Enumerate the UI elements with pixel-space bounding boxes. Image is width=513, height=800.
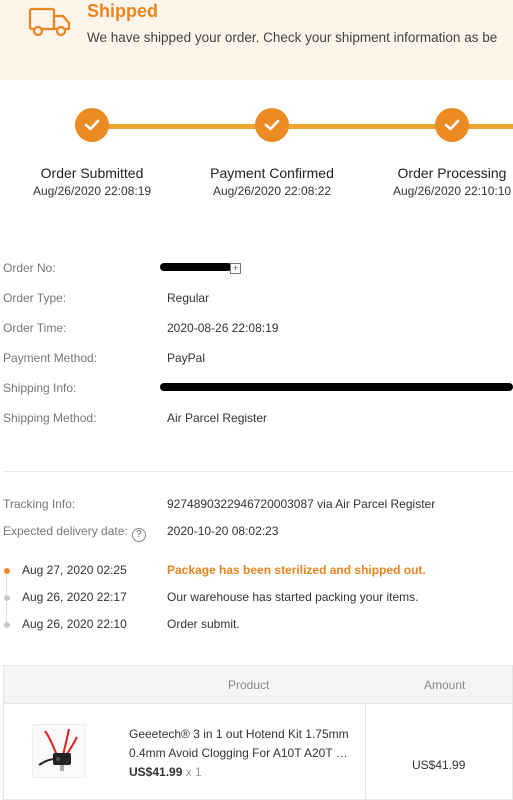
tracking-info-row: Tracking Info: 9274890322946720003087 vi… [0,493,513,515]
shipping-method-row: Shipping Method: Air Parcel Register [0,407,513,429]
expected-delivery-label-text: Expected delivery date: [3,524,128,538]
step-name: Payment Confirmed [210,165,334,181]
order-no-label: Order No: [3,261,56,275]
check-icon [435,108,469,142]
column-header-amount: Amount [424,678,466,692]
help-icon[interactable]: ? [131,528,146,542]
status-description: We have shipped your order. Check your s… [87,30,498,45]
step-time: Aug/26/2020 22:10:10 [392,184,512,198]
unit-price: US$41.99 [129,765,183,779]
event-message: Package has been sterilized and shipped … [167,563,426,577]
timeline-dot [4,622,10,628]
timeline-event: Aug 26, 2020 22:10 Order submit. [0,614,513,634]
shipping-info-label: Shipping Info: [3,381,77,395]
progress-step-payment: Payment Confirmed Aug/26/2020 22:08:22 [182,108,362,198]
product-amount: US$41.99 [412,758,466,772]
tracking-info-label: Tracking Info: [3,497,76,511]
step-time: Aug/26/2020 22:08:22 [212,184,332,198]
redacted-shipping-info [160,383,513,391]
copy-icon[interactable]: + [230,263,241,274]
expected-delivery-label: Expected delivery date:? [3,524,146,542]
order-no-row: Order No: + [0,257,513,279]
payment-method-row: Payment Method: PayPal [0,347,513,369]
column-divider [365,704,366,799]
payment-method-label: Payment Method: [3,351,98,365]
check-icon [75,108,109,142]
expected-delivery-value: 2020-10-20 08:02:23 [167,524,279,538]
shipping-method-label: Shipping Method: [3,411,97,425]
product-thumbnail[interactable] [32,724,86,778]
order-time-value: 2020-08-26 22:08:19 [167,321,279,335]
product-table: Product Amount Geeetech® 3 in 1 out Hote… [3,665,513,800]
section-divider [3,471,513,472]
step-time: Aug/26/2020 22:08:19 [32,184,152,198]
step-name: Order Submitted [40,165,144,181]
timeline-dot [4,568,10,574]
event-date: Aug 27, 2020 02:25 [22,563,127,577]
order-type-label: Order Type: [3,291,67,305]
timeline-event: Aug 27, 2020 02:25 Package has been ster… [0,560,513,580]
event-message: Order submit. [167,617,240,631]
expected-delivery-row: Expected delivery date:? 2020-10-20 08:0… [0,520,513,542]
order-time-row: Order Time: 2020-08-26 22:08:19 [0,317,513,339]
event-date: Aug 26, 2020 22:10 [22,617,127,631]
truck-icon [28,7,71,37]
status-title: Shipped [87,1,158,21]
event-date: Aug 26, 2020 22:17 [22,590,127,604]
check-icon [255,108,289,142]
hotend-image [38,728,78,771]
table-header: Product Amount [4,666,512,704]
product-name[interactable]: Geeetech® 3 in 1 out Hotend Kit 1.75mm 0… [129,725,354,763]
timeline-event: Aug 26, 2020 22:17 Our warehouse has sta… [0,587,513,607]
progress-step-processing: Order Processing Aug/26/2020 22:10:10 [362,108,513,198]
column-header-product: Product [228,678,270,692]
shipping-info-row: Shipping Info: [0,377,513,399]
product-price: US$41.99 x 1 [129,765,202,779]
redacted-order-no [160,263,232,271]
order-time-label: Order Time: [3,321,67,335]
product-name-text[interactable]: Geeetech® 3 in 1 out Hotend Kit 1.75mm 0… [129,725,354,763]
order-type-value: Regular [167,291,210,305]
event-message: Our warehouse has started packing your i… [167,590,419,604]
quantity: x 1 [185,765,202,779]
status-banner: Shipped We have shipped your order. Chec… [0,0,513,80]
tracking-info-value: 9274890322946720003087 via Air Parcel Re… [167,497,436,511]
order-type-row: Order Type: Regular [0,287,513,309]
shipping-method-value: Air Parcel Register [167,411,268,425]
progress-step-submitted: Order Submitted Aug/26/2020 22:08:19 [2,108,182,198]
payment-method-value: PayPal [167,351,206,365]
step-name: Order Processing [397,165,507,181]
order-progress: Order Submitted Aug/26/2020 22:08:19 Pay… [0,100,513,210]
timeline-dot [4,595,10,601]
